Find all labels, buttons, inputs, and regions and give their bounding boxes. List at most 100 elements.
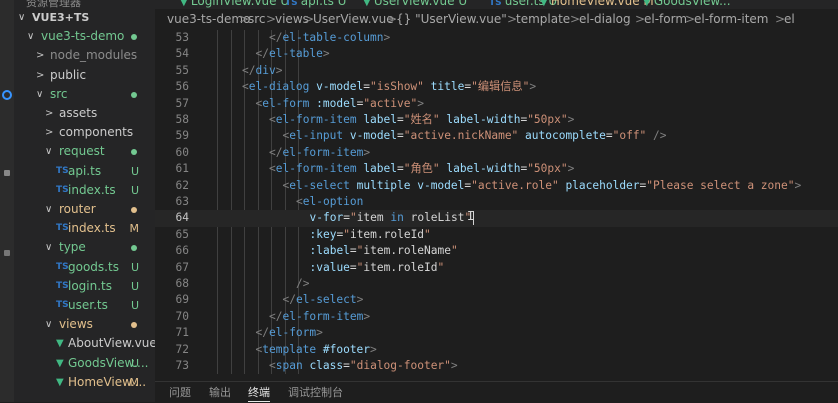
line-number: 62: [175, 178, 189, 192]
editor-tab[interactable]: ▼ GoodsView...: [643, 0, 731, 9]
editor-tab[interactable]: TS api.ts U: [285, 0, 346, 9]
tree-item[interactable]: > public: [14, 66, 155, 85]
line-number: 73: [175, 359, 189, 372]
tree-item[interactable]: ∨ src: [14, 85, 155, 104]
chevron-down-icon[interactable]: ∨: [45, 142, 52, 161]
code-line[interactable]: 65:key="item.roleId": [155, 227, 838, 243]
tree-item[interactable]: TS user.ts U: [14, 296, 155, 315]
code-line[interactable]: 66:label="item.roleName": [155, 243, 838, 259]
code-text: />: [296, 277, 310, 290]
tree-item[interactable]: ∨ router: [14, 200, 155, 219]
panel-tab-debug-console[interactable]: 调试控制台: [288, 385, 343, 401]
tree-item[interactable]: ▼ HomeView.... M: [14, 373, 155, 392]
breadcrumb-item[interactable]: vue3-ts-demo: [167, 9, 250, 29]
chevron-down-icon[interactable]: ∨: [45, 315, 52, 334]
debug-icon[interactable]: [4, 250, 10, 256]
tree-item-label: type: [59, 240, 86, 255]
git-status-dot: [131, 34, 137, 41]
code-line[interactable]: 71 </el-form>: [155, 325, 838, 341]
tree-item[interactable]: TS api.ts U: [14, 162, 155, 181]
typescript-file-icon: TS: [56, 300, 69, 310]
code-line[interactable]: 61 <el-form-item label="角色" label-width="…: [155, 161, 838, 177]
tree-item[interactable]: ▼ GoodsView.... U: [14, 354, 155, 373]
code-line[interactable]: 60 </el-form-item>: [155, 145, 838, 161]
tree-item-label: index.ts: [68, 221, 116, 236]
tree-item[interactable]: ∨ vue3-ts-demo: [14, 27, 155, 46]
chevron-down-icon[interactable]: ∨: [27, 27, 34, 46]
tree-item[interactable]: TS login.ts U: [14, 277, 155, 296]
code-line[interactable]: 57 <el-form :model="active">: [155, 96, 838, 112]
code-line[interactable]: 73 <span class="dialog-footer">: [155, 358, 838, 374]
typescript-file-icon: TS: [489, 0, 505, 8]
git-status-dot: [131, 322, 137, 329]
code-line[interactable]: 59 <el-input v-model="active.nickName" au…: [155, 128, 838, 144]
tree-item[interactable]: ∨ VUE3+TS: [14, 8, 155, 27]
line-number: 59: [175, 129, 189, 143]
code-line[interactable]: 67:value="item.roleId": [155, 260, 838, 276]
tree-item-label: public: [50, 67, 87, 82]
code-line[interactable]: 54 </el-table>: [155, 46, 838, 62]
git-status-badge: U: [130, 356, 139, 370]
git-status-badge: U: [130, 299, 139, 312]
chevron-down-icon[interactable]: ∨: [45, 200, 52, 219]
tree-item[interactable]: > assets: [14, 104, 155, 123]
code-line[interactable]: 63 <el-option: [155, 194, 838, 210]
chevron-down-icon[interactable]: ∨: [18, 8, 25, 27]
code-line[interactable]: 64 v-for="item in roleList": [155, 210, 838, 227]
breadcrumb-item[interactable]: el-form: [644, 9, 687, 29]
tree-item-label: node_modules: [50, 48, 138, 63]
code-line[interactable]: 69 </el-select>: [155, 292, 838, 308]
code-text: <el-input v-model="active.nickName" auto…: [282, 129, 667, 143]
breadcrumb-item[interactable]: el: [784, 9, 795, 29]
vue-file-icon: ▼: [56, 357, 64, 369]
line-number: 70: [175, 309, 189, 323]
breadcrumb-item[interactable]: el-dialog: [579, 9, 631, 29]
code-text: :value="item.roleId": [309, 260, 445, 274]
code-line[interactable]: 55 </div>: [155, 63, 838, 79]
tree-item[interactable]: TS index.ts U: [14, 181, 155, 200]
code-text: :key="item.roleId": [309, 227, 431, 241]
chevron-right-icon[interactable]: >: [45, 123, 53, 142]
line-number: 55: [175, 63, 189, 77]
breadcrumb-item[interactable]: {} "UserView.vue": [396, 9, 507, 29]
source-control-icon[interactable]: [2, 90, 12, 100]
code-line[interactable]: 58 <el-form-item label="姓名" label-width="…: [155, 112, 838, 128]
chevron-right-icon[interactable]: >: [45, 104, 53, 123]
line-number: 72: [175, 342, 189, 356]
tree-item[interactable]: TS goods.ts U: [14, 258, 155, 277]
tree-item[interactable]: ∨ type: [14, 238, 155, 257]
code-line[interactable]: 68 />: [155, 276, 838, 292]
editor-tab[interactable]: ▼ LoginView.vue U: [180, 0, 289, 9]
chevron-down-icon[interactable]: ∨: [45, 238, 52, 257]
code-line[interactable]: 70 </el-form-item>: [155, 309, 838, 325]
tree-item[interactable]: ▼ AboutView.vue: [14, 334, 155, 353]
breadcrumb-item[interactable]: el-form-item: [694, 9, 768, 29]
tree-item[interactable]: ∨ views: [14, 315, 155, 334]
code-line[interactable]: 53 </el-table-column>: [155, 30, 838, 46]
panel-tab-problems[interactable]: 问题: [169, 385, 191, 401]
panel-tab-output[interactable]: 输出: [209, 385, 231, 401]
extensions-icon[interactable]: [4, 170, 10, 176]
chevron-right-icon[interactable]: >: [36, 66, 44, 85]
tree-item[interactable]: TS index.ts M: [14, 219, 155, 238]
tree-item[interactable]: > components: [14, 123, 155, 142]
code-text: </el-form-item>: [269, 309, 371, 323]
code-line[interactable]: 62 <el-select multiple v-model="active.ro…: [155, 178, 838, 194]
code-line[interactable]: 72 <template #footer>: [155, 342, 838, 358]
tree-item[interactable]: ∨ request: [14, 142, 155, 161]
breadcrumb-item[interactable]: UserView.vue: [313, 9, 394, 29]
editor-tab[interactable]: ▼ UserView.vue U: [363, 0, 467, 9]
tree-item-label: api.ts: [68, 163, 102, 178]
chevron-down-icon[interactable]: ∨: [36, 85, 43, 104]
code-editor[interactable]: 53 </el-table-column> 54 </el-table> 55 </div…: [155, 30, 838, 378]
vue-file-icon: ▼: [56, 376, 64, 388]
editor-tab[interactable]: ▼ HomeView.vue M: [540, 0, 654, 9]
breadcrumb-item[interactable]: src: [248, 9, 266, 29]
panel-tab-terminal[interactable]: 终端: [248, 385, 270, 402]
vue-file-icon: ▼: [540, 0, 551, 8]
code-text: </el-table-column>: [269, 31, 391, 44]
tree-item[interactable]: > node_modules: [14, 46, 155, 65]
code-line[interactable]: 56 <el-dialog v-model="isShow" title="编辑信…: [155, 79, 838, 95]
breadcrumb-item[interactable]: template: [516, 9, 570, 29]
chevron-right-icon[interactable]: >: [36, 46, 44, 65]
